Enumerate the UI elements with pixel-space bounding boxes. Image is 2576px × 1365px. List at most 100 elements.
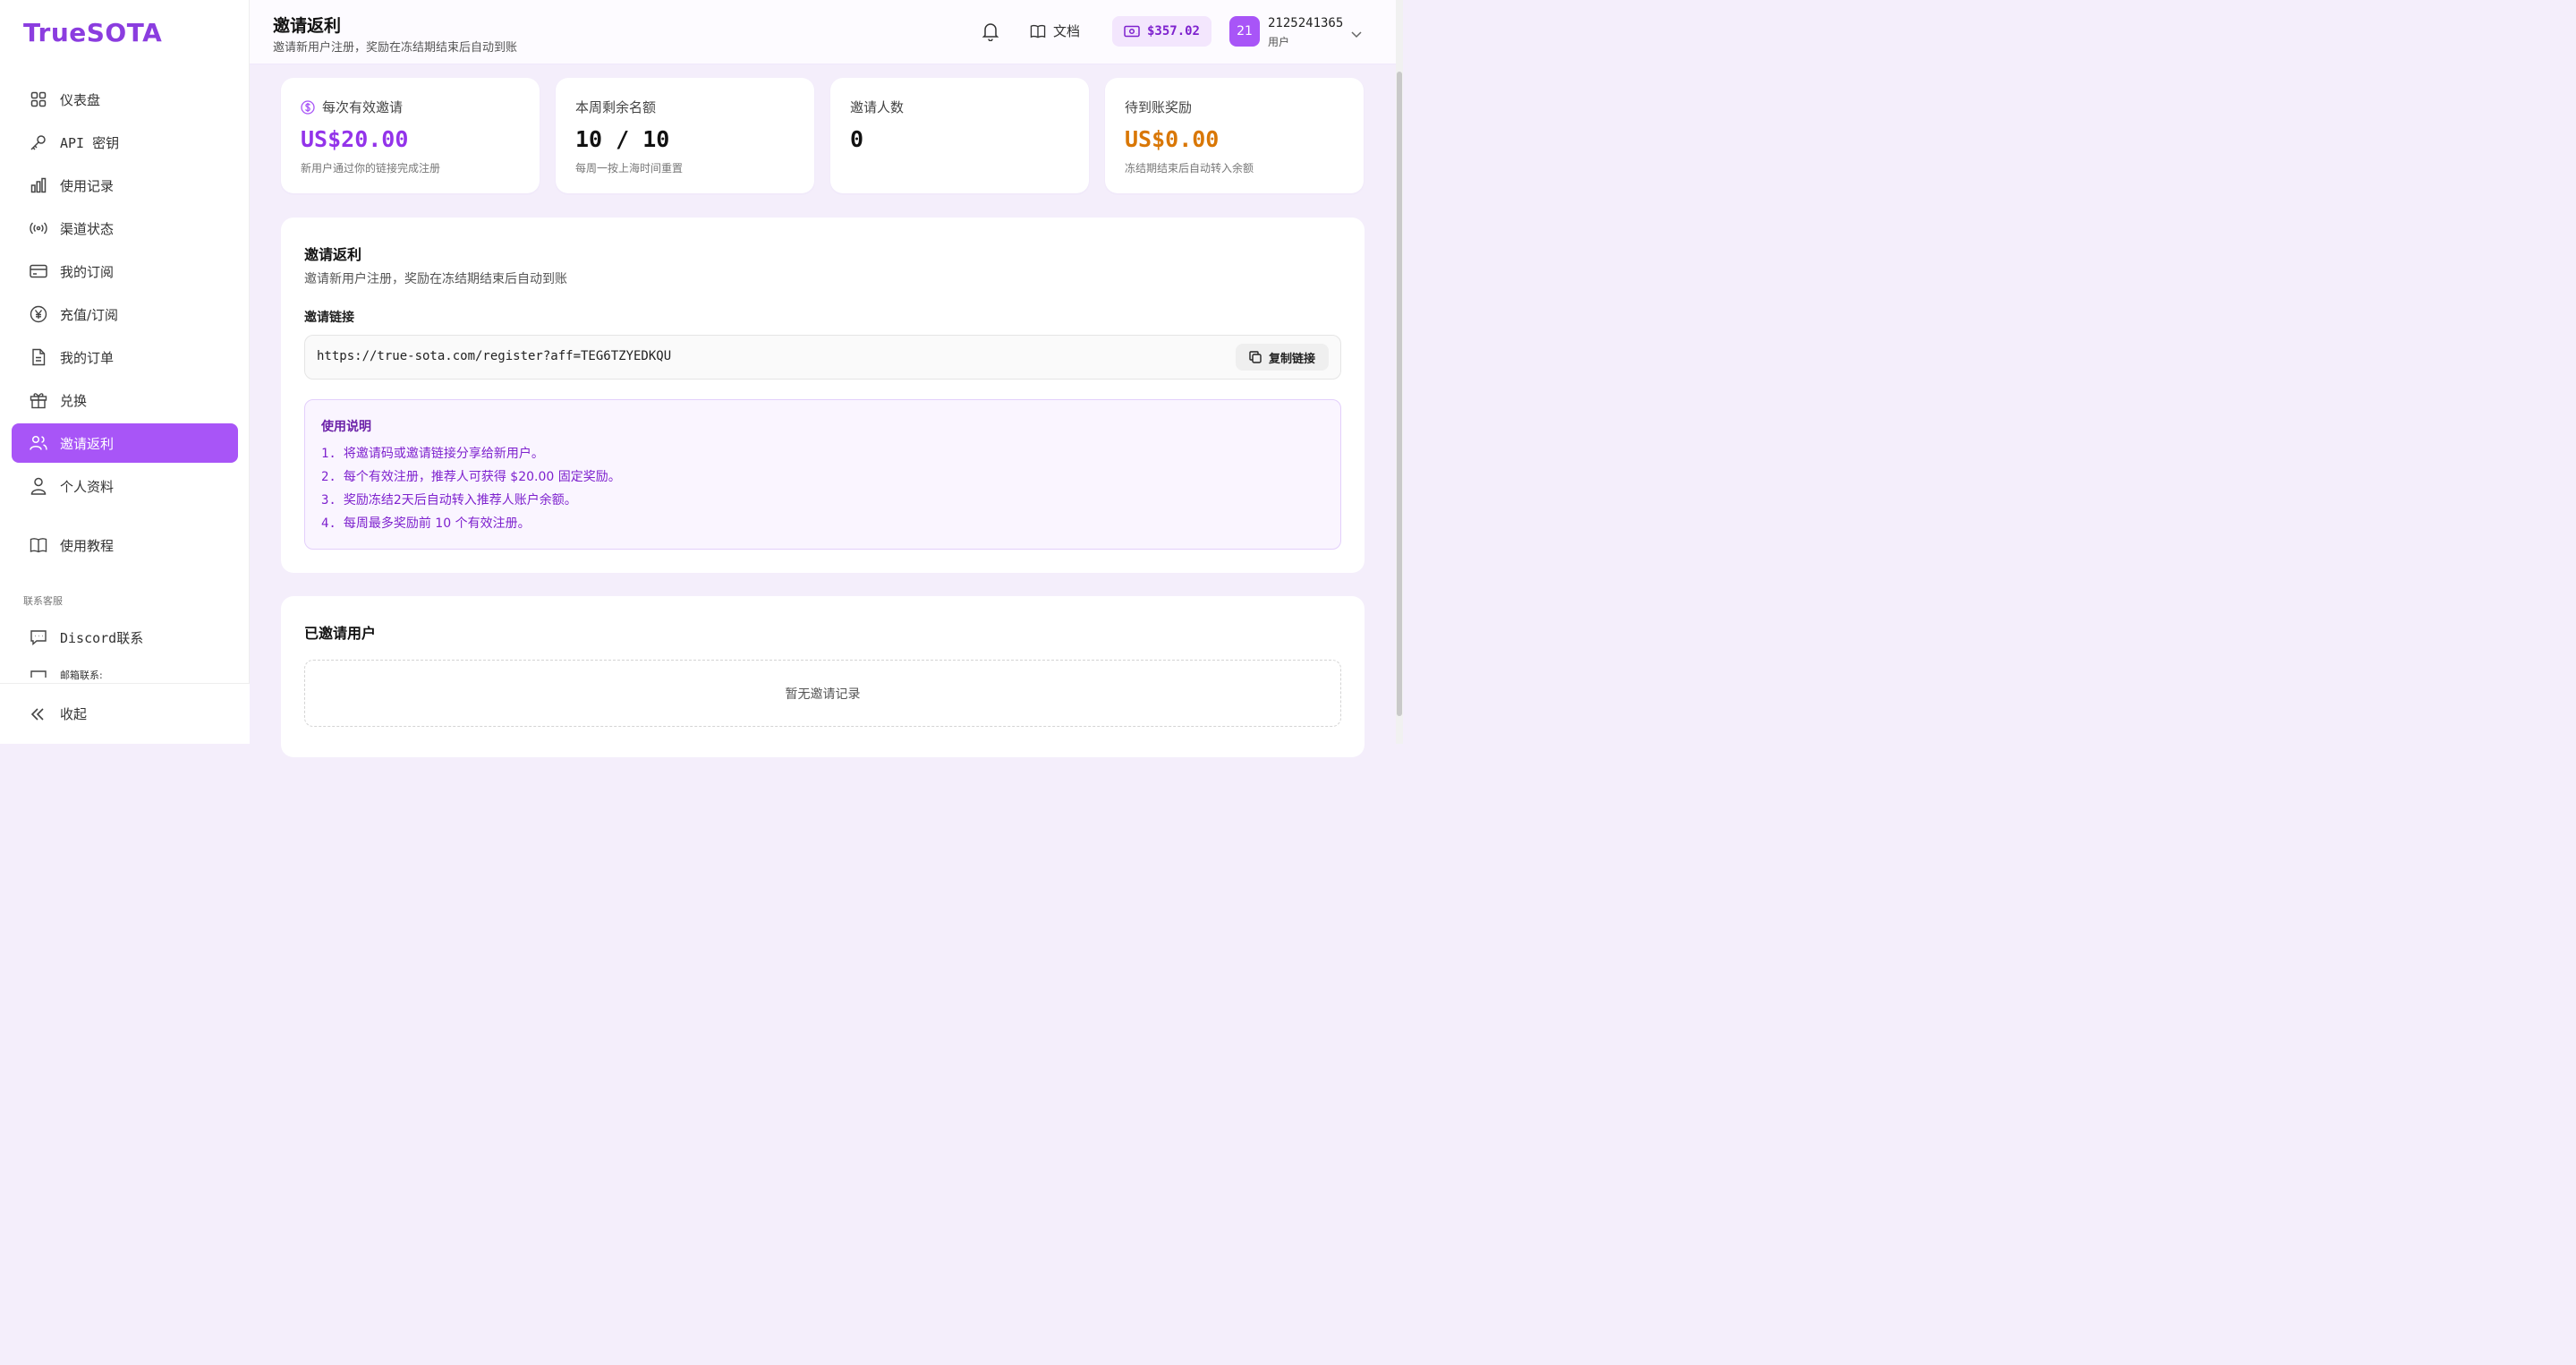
sidebar-item-label: 兑换: [60, 392, 88, 409]
sidebar-item-api-keys[interactable]: API 密钥: [12, 123, 238, 162]
top-header: 邀请返利 邀请新用户注册，奖励在冻结期结束后自动到账 文档 $357.02 21…: [250, 0, 1396, 64]
dashboard-icon: [30, 90, 47, 108]
usage-num: 4.: [321, 516, 336, 531]
usage-item: 2. 每个有效注册，推荐人可获得 $20.00 固定奖励。: [321, 467, 621, 491]
stat-label: 待到账奖励: [1125, 99, 1193, 115]
usage-text: 每周最多奖励前 10 个有效注册。: [343, 516, 531, 531]
page-title: 邀请返利: [273, 16, 342, 36]
sidebar-item-label: 我的订单: [60, 349, 115, 366]
usage-text: 将邀请码或邀请链接分享给新用户。: [343, 447, 544, 461]
copy-icon: [1249, 351, 1262, 363]
sidebar-item-label: 邀请返利: [60, 435, 115, 452]
stat-label: 每次有效邀请: [301, 98, 403, 116]
sidebar-item-label: API 密钥: [60, 134, 120, 151]
sidebar-item-label: 仪表盘: [60, 91, 101, 108]
sidebar-item-referral[interactable]: 邀请返利: [12, 423, 238, 463]
chat-icon: [30, 628, 47, 646]
sidebar-item-tutorial[interactable]: 使用教程: [12, 525, 238, 565]
usage-num: 1.: [321, 447, 336, 461]
key-icon: [30, 133, 47, 151]
user-id[interactable]: 2125241365: [1268, 16, 1343, 30]
discord-contact[interactable]: Discord联系: [12, 619, 238, 655]
signal-icon: [30, 219, 47, 237]
invite-link-text[interactable]: https://true-sota.com/register?aff=TEG6T…: [317, 349, 671, 363]
docs-link[interactable]: 文档: [1030, 21, 1080, 40]
email-label: 邮箱联系:: [60, 670, 103, 681]
discord-label: Discord联系: [60, 629, 144, 646]
balance-value: $357.02: [1146, 24, 1200, 38]
stat-note: 新用户通过你的链接完成注册: [301, 162, 441, 175]
notification-bell-icon[interactable]: [982, 21, 1001, 42]
stat-value: US$0.00: [1125, 126, 1220, 152]
collapse-sidebar-button[interactable]: 收起: [0, 683, 250, 744]
usage-instructions: 使用说明 1. 将邀请码或邀请链接分享给新用户。 2. 每个有效注册，推荐人可获得 …: [304, 399, 1341, 550]
sidebar-item-channel-status[interactable]: 渠道状态: [12, 209, 238, 248]
gift-icon: [30, 391, 47, 409]
sidebar-nav: 仪表盘 API 密钥 使用记录 渠道状态 我的订阅 充值/订阅 我的订单 兑换 …: [12, 80, 238, 568]
page-scrollbar-thumb[interactable]: [1397, 72, 1402, 716]
page-subtitle: 邀请新用户注册，奖励在冻结期结束后自动到账: [273, 41, 518, 55]
user-icon: [30, 477, 47, 495]
invite-card-subtitle: 邀请新用户注册，奖励在冻结期结束后自动到账: [304, 272, 567, 286]
email-contact[interactable]: 邮箱联系:: [12, 667, 238, 683]
sidebar-item-label: 充值/订阅: [60, 306, 119, 323]
docs-label: 文档: [1053, 23, 1081, 39]
invite-card: 邀请返利 邀请新用户注册，奖励在冻结期结束后自动到账 邀请链接 https://…: [281, 218, 1365, 573]
sidebar-item-label: 使用教程: [60, 537, 115, 554]
sidebar-item-subscriptions[interactable]: 我的订阅: [12, 252, 238, 291]
collapse-label: 收起: [60, 706, 88, 722]
book-icon: [1030, 24, 1046, 38]
stat-value: 0: [850, 126, 864, 152]
usage-item: 1. 将邀请码或邀请链接分享给新用户。: [321, 444, 621, 467]
stat-value: US$20.00: [301, 126, 409, 152]
sidebar-item-orders[interactable]: 我的订单: [12, 337, 238, 377]
copy-link-label: 复制链接: [1268, 352, 1315, 366]
credit-card-icon: [30, 262, 47, 280]
invited-users-card: 已邀请用户 暂无邀请记录: [281, 596, 1365, 757]
app-logo[interactable]: TrueSOTA: [23, 18, 162, 47]
stat-note: 冻结期结束后自动转入余额: [1125, 162, 1254, 175]
stat-note: 每周一按上海时间重置: [575, 162, 684, 175]
copy-link-button[interactable]: 复制链接: [1236, 344, 1329, 371]
avatar[interactable]: 21: [1229, 16, 1260, 47]
usage-list: 1. 将邀请码或邀请链接分享给新用户。 2. 每个有效注册，推荐人可获得 $20.0…: [321, 444, 621, 537]
balance-badge[interactable]: $357.02: [1112, 16, 1211, 47]
sidebar-item-label: 渠道状态: [60, 220, 115, 237]
sidebar-item-dashboard[interactable]: 仪表盘: [12, 80, 238, 119]
usage-item: 3. 奖励冻结2天后自动转入推荐人账户余额。: [321, 491, 621, 514]
usage-text: 每个有效注册，推荐人可获得 $20.00 固定奖励。: [343, 470, 621, 484]
dollar-circle-icon: [301, 99, 315, 115]
stat-label: 邀请人数: [850, 99, 905, 115]
sidebar-item-redeem[interactable]: 兑换: [12, 380, 238, 420]
sidebar-item-label: 个人资料: [60, 478, 115, 495]
yen-icon: [30, 305, 47, 323]
stat-label-text: 每次有效邀请: [322, 99, 404, 115]
stat-card-pending-reward: 待到账奖励 US$0.00 冻结期结束后自动转入余额: [1105, 78, 1364, 193]
users-icon: [30, 434, 47, 452]
wallet-icon: [1124, 25, 1140, 38]
invite-link-label: 邀请链接: [304, 311, 354, 325]
stat-value: 10 / 10: [575, 126, 670, 152]
sidebar-item-label: 使用记录: [60, 177, 115, 194]
contact-section-label: 联系客服: [23, 595, 63, 607]
usage-num: 3.: [321, 493, 336, 508]
usage-item: 4. 每周最多奖励前 10 个有效注册。: [321, 514, 621, 537]
sidebar-item-recharge[interactable]: 充值/订阅: [12, 294, 238, 334]
chevron-down-icon[interactable]: [1350, 25, 1363, 42]
mail-icon: [30, 667, 47, 683]
usage-text: 奖励冻结2天后自动转入推荐人账户余额。: [343, 493, 577, 508]
sidebar-item-usage[interactable]: 使用记录: [12, 166, 238, 205]
chevrons-left-icon: [30, 706, 47, 722]
document-icon: [30, 348, 47, 366]
usage-num: 2.: [321, 470, 336, 484]
book-icon: [30, 536, 47, 554]
invite-link-field[interactable]: https://true-sota.com/register?aff=TEG6T…: [304, 335, 1341, 380]
bar-chart-icon: [30, 176, 47, 194]
stat-card-invite-count: 邀请人数 0: [830, 78, 1089, 193]
usage-title: 使用说明: [321, 420, 371, 434]
sidebar-item-profile[interactable]: 个人资料: [12, 466, 238, 506]
empty-state: 暂无邀请记录: [304, 660, 1341, 727]
sidebar: TrueSOTA 仪表盘 API 密钥 使用记录 渠道状态 我的订阅 充值/订阅…: [0, 0, 250, 744]
stat-card-reward-per-invite: 每次有效邀请 US$20.00 新用户通过你的链接完成注册: [281, 78, 540, 193]
stat-label: 本周剩余名额: [575, 99, 657, 115]
